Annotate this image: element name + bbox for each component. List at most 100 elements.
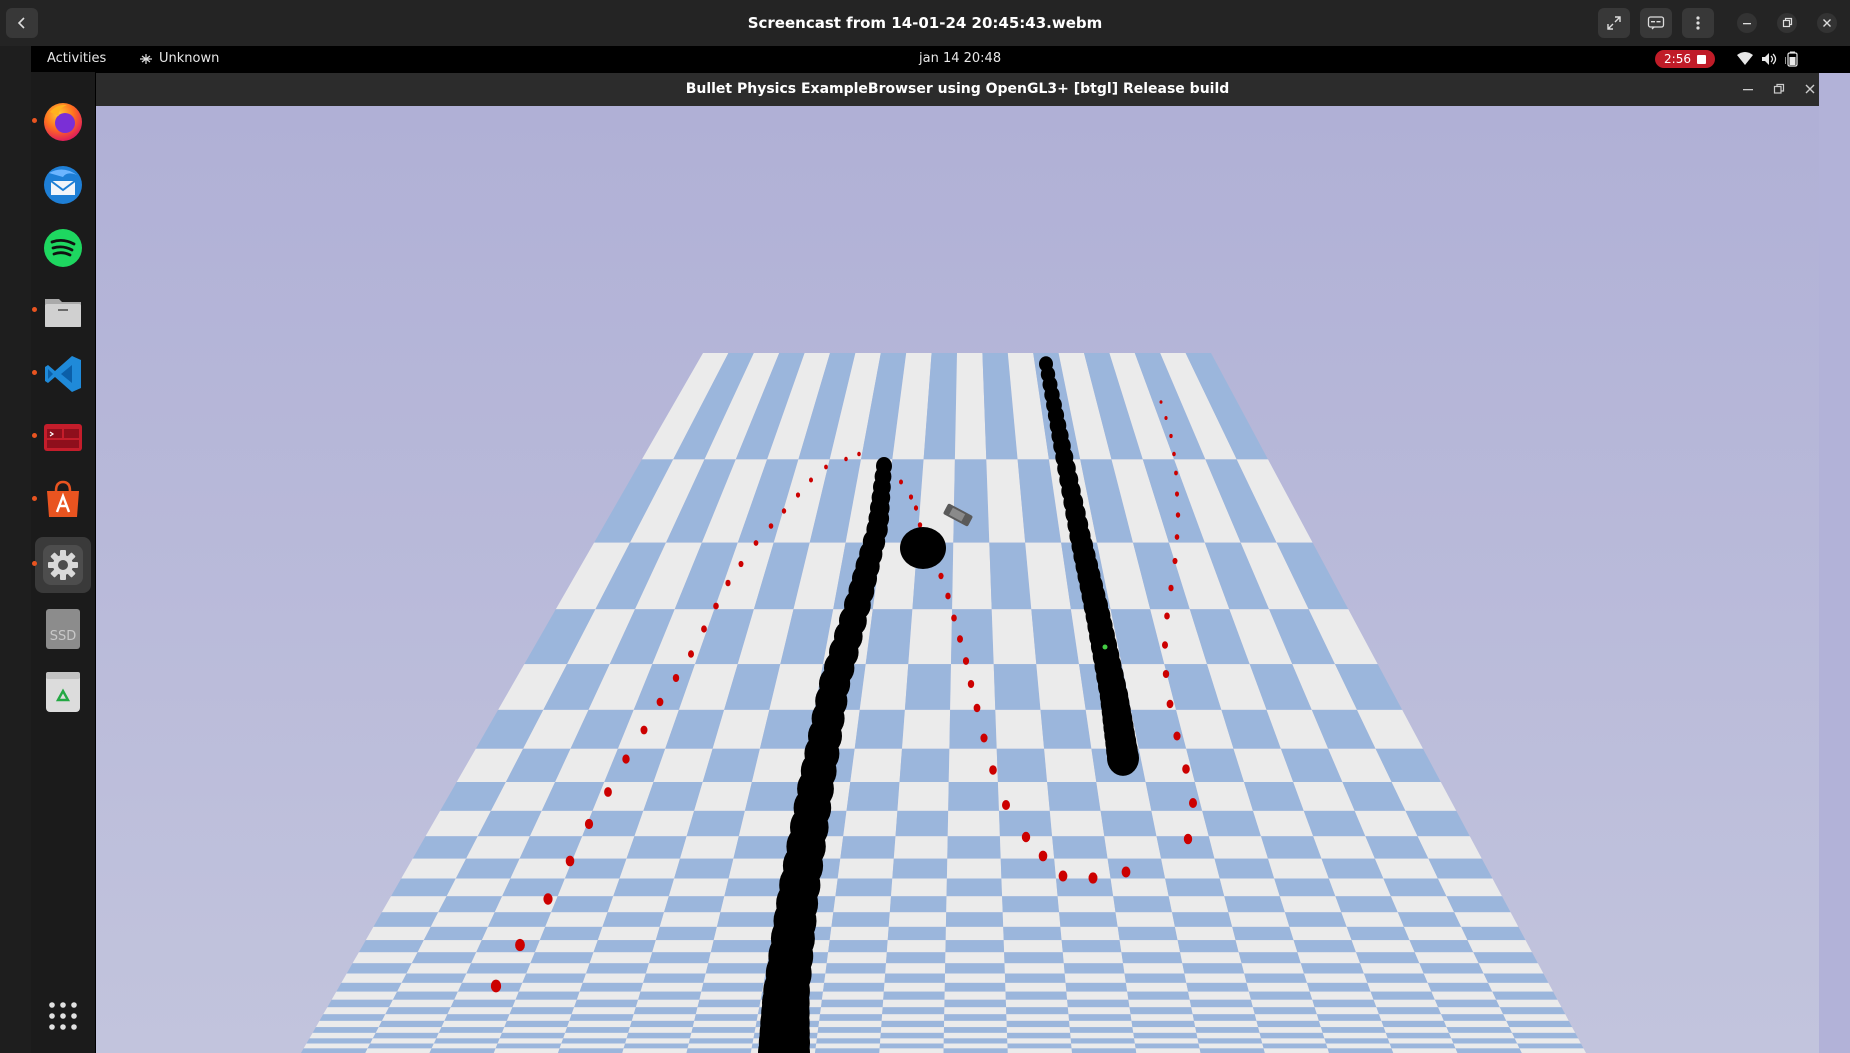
app-restore-button[interactable]: [1768, 78, 1790, 100]
floor-tile: [821, 999, 884, 1008]
trajectory-marker: [1002, 800, 1010, 810]
floor-tile: [1367, 982, 1432, 992]
vscode-icon: [45, 356, 81, 392]
app-close-button[interactable]: [1799, 78, 1821, 100]
floor-tile: [835, 878, 893, 897]
floor-tile: [708, 952, 770, 964]
trajectory-marker: [824, 464, 828, 470]
floor-tile: [1499, 1007, 1566, 1015]
dock-item-trash[interactable]: [35, 664, 91, 720]
floor-tile: [881, 1014, 945, 1021]
dock-item-terminal[interactable]: [32, 409, 91, 465]
floor-tile: [1252, 1007, 1317, 1015]
floor-tile: [582, 973, 646, 983]
floor-tile: [1335, 896, 1398, 913]
floor-tile: [880, 1032, 944, 1039]
show-apps-button[interactable]: [35, 988, 91, 1044]
floor-tile: [995, 709, 1045, 749]
app-menu[interactable]: Unknown: [139, 46, 219, 72]
floor-tile: [886, 940, 946, 953]
floor-tile: [943, 1038, 1008, 1044]
floor-tile: [690, 1032, 755, 1039]
floor-tile: [444, 1014, 510, 1021]
floor-tile: [818, 1020, 882, 1028]
floor-tile: [1374, 858, 1438, 879]
floor-tile: [1341, 912, 1404, 927]
dock-item-ssd[interactable]: SSD: [35, 601, 91, 657]
floor-tile: [1071, 1043, 1136, 1049]
floor-tile: [1104, 836, 1162, 859]
trajectory-marker: [672, 674, 680, 682]
dock-item-files[interactable]: [32, 283, 91, 339]
floor-tile: [1006, 1007, 1069, 1015]
floor-tile: [1428, 858, 1493, 879]
floor-tile: [882, 1007, 945, 1015]
floor-tile: [331, 991, 398, 1000]
floor-tile: [315, 1020, 382, 1028]
floor-tile: [659, 912, 721, 927]
wifi-icon[interactable]: [1737, 52, 1753, 66]
menu-button[interactable]: [1682, 8, 1714, 38]
running-indicator: [32, 307, 37, 312]
floor-tile: [341, 973, 407, 983]
floor-tile: [1437, 878, 1502, 897]
recording-indicator[interactable]: 2:56: [1655, 50, 1715, 68]
floor-tile: [1258, 1027, 1323, 1033]
floor-tile: [1004, 952, 1064, 964]
floor-tile: [899, 748, 950, 782]
dock-item-firefox[interactable]: [32, 94, 91, 150]
floor-tile: [365, 1048, 432, 1053]
minimize-button[interactable]: [1731, 8, 1763, 38]
dock-item-vscode[interactable]: [32, 346, 91, 402]
floor-tile: [389, 999, 455, 1008]
floor-tile: [1056, 878, 1114, 897]
app-minimize-button[interactable]: [1737, 78, 1759, 100]
floor-tile: [846, 782, 900, 811]
floor-tile: [518, 982, 583, 992]
floor-tile: [574, 999, 639, 1008]
floor-tile: [643, 973, 706, 983]
dock-item-settings[interactable]: [32, 537, 91, 593]
floor-tile: [381, 896, 447, 913]
dock-item-spotify[interactable]: [35, 220, 91, 276]
back-button[interactable]: [6, 8, 38, 38]
running-indicator: [32, 561, 37, 566]
fullscreen-button[interactable]: [1598, 8, 1630, 38]
floor-tile: [1454, 912, 1519, 927]
floor-tile: [1134, 1038, 1199, 1044]
floor-tile: [1119, 940, 1181, 953]
trajectory-marker: [967, 680, 975, 688]
floor-tile: [952, 542, 992, 610]
floor-tile: [1057, 896, 1116, 913]
floor-tile: [1134, 1043, 1200, 1049]
floor-tile: [883, 982, 945, 992]
floor-tile: [1194, 782, 1253, 811]
opengl-viewport[interactable]: [96, 106, 1819, 1053]
floor-tile: [1188, 991, 1251, 1000]
dock-item-thunderbird[interactable]: [35, 157, 91, 213]
battery-icon[interactable]: [1785, 51, 1799, 67]
restore-button[interactable]: [1771, 8, 1803, 38]
clock[interactable]: jan 14 20:48: [919, 46, 1001, 72]
firefox-icon: [44, 103, 82, 141]
floor-tile: [946, 878, 1003, 897]
floor-tile: [850, 748, 902, 782]
trajectory-marker: [543, 893, 553, 905]
floor-tile: [1199, 1048, 1265, 1053]
subtitles-button[interactable]: [1640, 8, 1672, 38]
close-button[interactable]: [1811, 8, 1843, 38]
dock-item-app-center[interactable]: [32, 472, 91, 528]
volume-icon[interactable]: [1761, 52, 1777, 66]
activities-button[interactable]: Activities: [47, 46, 106, 72]
floor-tile: [1300, 963, 1364, 974]
floor-tile: [1004, 973, 1066, 983]
floor-tile: [991, 609, 1037, 665]
floor-tile: [1324, 1038, 1390, 1044]
floor-tile: [728, 858, 787, 879]
floor-tile: [738, 810, 796, 837]
floor-tile: [1327, 1048, 1394, 1053]
floor-tile: [431, 1043, 498, 1049]
floor-tile: [908, 609, 953, 665]
app-title-bar: Bullet Physics ExampleBrowser using Open…: [96, 73, 1819, 106]
floor-tile: [506, 1014, 572, 1021]
